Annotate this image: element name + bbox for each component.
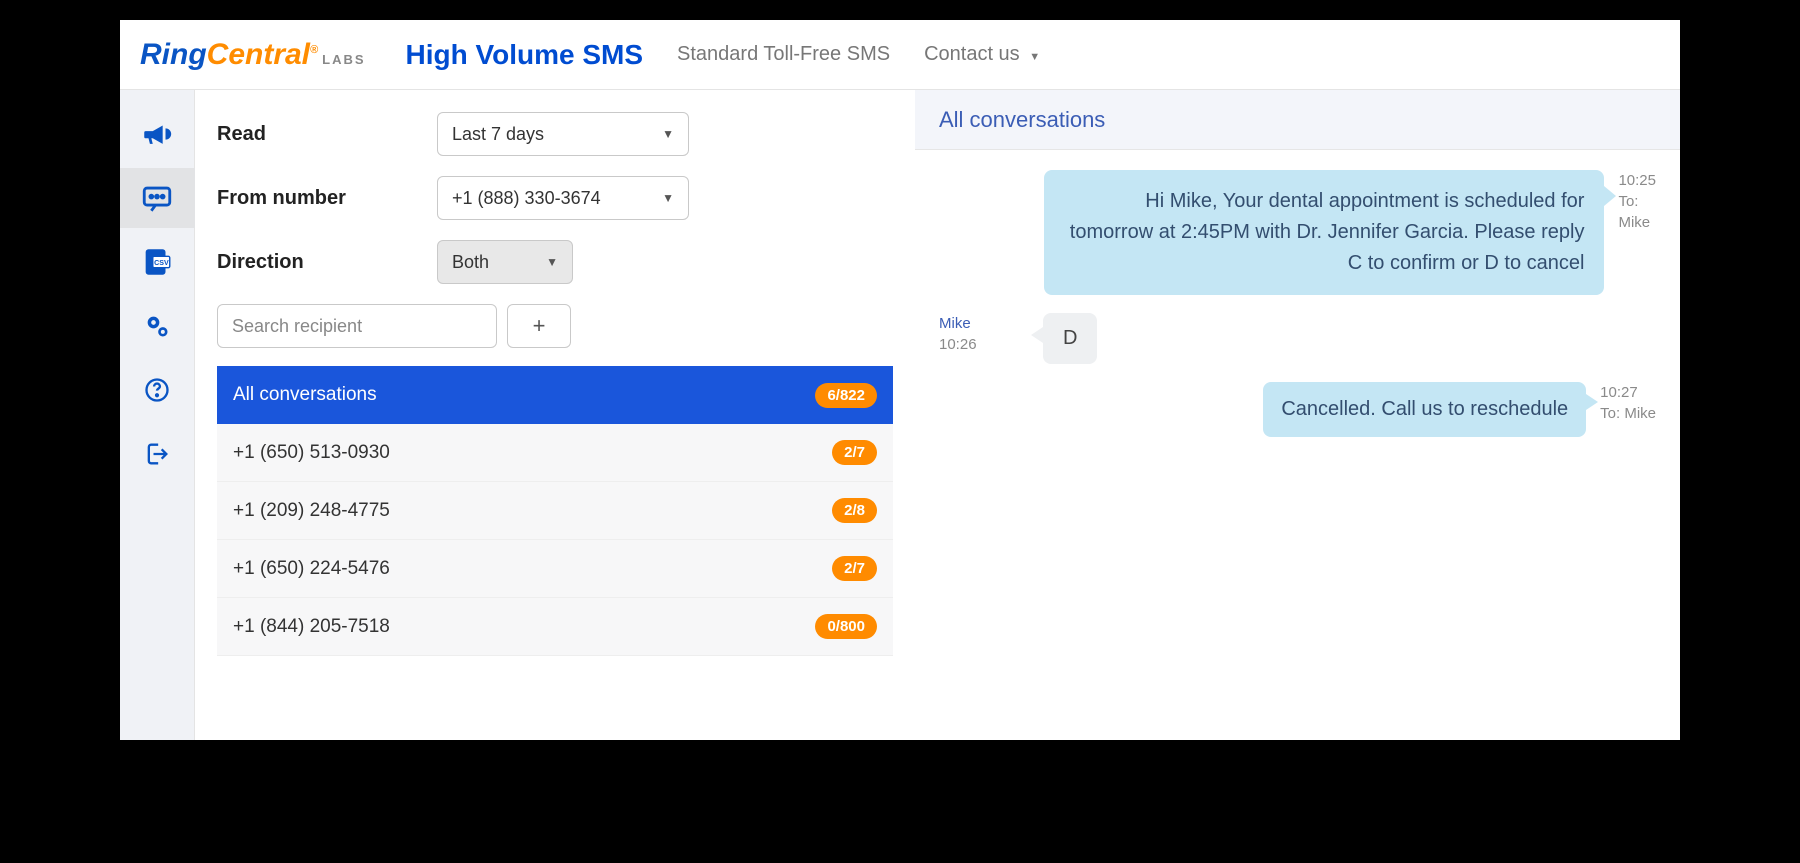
add-recipient-button[interactable]: + (507, 304, 571, 348)
nav-contact-label: Contact us (924, 43, 1020, 65)
conversation-item[interactable]: +1 (844) 205-7518 0/800 (217, 598, 893, 656)
nav-high-volume-sms[interactable]: High Volume SMS (406, 39, 644, 71)
conversation-badge: 2/8 (832, 498, 877, 523)
from-label: From number (217, 187, 437, 210)
chevron-down-icon: ▼ (546, 255, 558, 269)
message-bubble: Cancelled. Call us to reschedule (1263, 382, 1586, 437)
conversation-item[interactable]: +1 (650) 224-5476 2/7 (217, 540, 893, 598)
conversation-label: +1 (209) 248-4775 (233, 500, 390, 522)
logo[interactable]: Ring Central® LABS (140, 38, 366, 72)
sidebar-item-help[interactable] (120, 360, 195, 420)
message-meta: 10:27 To: Mike (1600, 382, 1656, 424)
chat-title: All conversations (915, 90, 1680, 150)
help-icon (143, 376, 171, 404)
svg-text:CSV: CSV (154, 259, 169, 267)
from-value: +1 (888) 330-3674 (452, 188, 601, 209)
conversation-badge: 2/7 (832, 440, 877, 465)
conversation-label: All conversations (233, 384, 377, 406)
message-time: 10:26 (939, 334, 1029, 355)
nav-standard-sms[interactable]: Standard Toll-Free SMS (677, 43, 890, 66)
direction-select[interactable]: Both ▼ (437, 240, 573, 284)
logo-registered: ® (310, 44, 318, 56)
logo-ring: Ring (140, 38, 207, 72)
direction-value: Both (452, 252, 489, 273)
message-meta: 10:25 To: Mike (1618, 170, 1656, 233)
logo-central: Central® (207, 38, 318, 72)
sidebar: CSV (120, 90, 195, 740)
conversation-badge: 0/800 (815, 614, 877, 639)
megaphone-icon (140, 117, 174, 151)
message-row-outgoing: Hi Mike, Your dental appointment is sche… (939, 170, 1656, 295)
filter-row-read: Read Last 7 days ▼ (195, 112, 915, 156)
conversation-label: +1 (844) 205-7518 (233, 616, 390, 638)
sidebar-item-csv[interactable]: CSV (120, 232, 195, 292)
message-sender: Mike (939, 313, 1029, 334)
conversation-badge: 6/822 (815, 383, 877, 408)
sidebar-item-logout[interactable] (120, 424, 195, 484)
chevron-down-icon: ▼ (662, 191, 674, 205)
read-value: Last 7 days (452, 124, 544, 145)
header: Ring Central® LABS High Volume SMS Stand… (120, 20, 1680, 90)
logout-icon (143, 440, 171, 468)
sidebar-item-settings[interactable] (120, 296, 195, 356)
nav: High Volume SMS Standard Toll-Free SMS C… (406, 39, 1041, 71)
conversation-list: All conversations 6/822 +1 (650) 513-093… (195, 366, 915, 656)
message-bubble: D (1043, 313, 1097, 364)
app-frame: Ring Central® LABS High Volume SMS Stand… (120, 20, 1680, 740)
search-input[interactable]: Search recipient (217, 304, 497, 348)
search-placeholder: Search recipient (232, 316, 362, 337)
message-to-label: To: (1618, 191, 1656, 212)
chat-body[interactable]: Hi Mike, Your dental appointment is sche… (915, 150, 1680, 740)
conversation-item[interactable]: +1 (209) 248-4775 2/8 (217, 482, 893, 540)
sidebar-item-conversations[interactable] (120, 168, 195, 228)
message-time: 10:25 (1618, 170, 1656, 191)
conversation-item-all[interactable]: All conversations 6/822 (217, 366, 893, 424)
conversation-label: +1 (650) 513-0930 (233, 442, 390, 464)
conversation-badge: 2/7 (832, 556, 877, 581)
message-meta: Mike 10:26 (939, 313, 1029, 355)
sidebar-item-announce[interactable] (120, 104, 195, 164)
chat-panel: All conversations Hi Mike, Your dental a… (915, 90, 1680, 740)
nav-contact-us[interactable]: Contact us ▼ (924, 43, 1040, 66)
chevron-down-icon: ▼ (1029, 51, 1040, 63)
logo-labs: LABS (322, 52, 365, 67)
from-number-select[interactable]: +1 (888) 330-3674 ▼ (437, 176, 689, 220)
chevron-down-icon: ▼ (662, 127, 674, 141)
filter-row-from: From number +1 (888) 330-3674 ▼ (195, 176, 915, 220)
direction-label: Direction (217, 251, 437, 274)
search-row: Search recipient + (195, 304, 915, 348)
conversation-item[interactable]: +1 (650) 513-0930 2/7 (217, 424, 893, 482)
read-label: Read (217, 123, 437, 146)
conversation-label: +1 (650) 224-5476 (233, 558, 390, 580)
read-select[interactable]: Last 7 days ▼ (437, 112, 689, 156)
filters-panel: Read Last 7 days ▼ From number +1 (888) … (195, 90, 915, 740)
chat-icon (140, 181, 174, 215)
body: CSV Read Last 7 days ▼ From numbe (120, 90, 1680, 740)
csv-file-icon: CSV (140, 245, 174, 279)
message-row-incoming: Mike 10:26 D (939, 313, 1656, 364)
message-time: 10:27 (1600, 382, 1656, 403)
message-row-outgoing: Cancelled. Call us to reschedule 10:27 T… (939, 382, 1656, 437)
filter-row-direction: Direction Both ▼ (195, 240, 915, 284)
logo-central-text: Central (207, 38, 310, 71)
message-to-name: Mike (1618, 212, 1656, 233)
message-to: To: Mike (1600, 403, 1656, 424)
gears-icon (143, 312, 171, 340)
message-bubble: Hi Mike, Your dental appointment is sche… (1044, 170, 1604, 295)
